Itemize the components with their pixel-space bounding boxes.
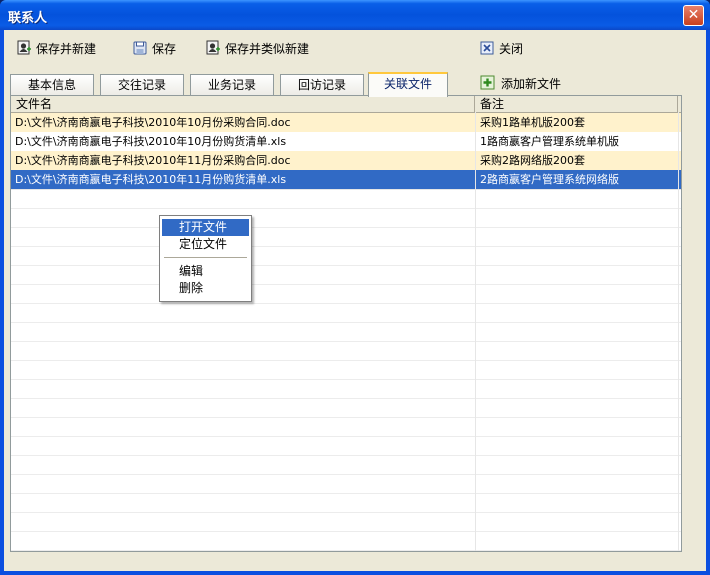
save-new-button[interactable]: 保存并新建 [16, 39, 96, 57]
cell-note: 2路商嬴客户管理系统网络版 [480, 173, 619, 186]
column-divider [678, 112, 679, 551]
save-new-label: 保存并新建 [36, 41, 97, 56]
menu-delete[interactable]: 删除 [162, 280, 249, 297]
menu-edit[interactable]: 编辑 [162, 263, 249, 280]
table-row[interactable]: D:\文件\济南商嬴电子科技\2010年10月份购货清单.xls 1路商嬴客户管理… [11, 132, 681, 152]
column-divider [475, 112, 476, 551]
empty-row[interactable] [11, 360, 681, 380]
table-row[interactable]: D:\文件\济南商嬴电子科技\2010年11月份购货清单.xls 2路商嬴客户管理… [11, 170, 681, 190]
empty-row[interactable] [11, 436, 681, 456]
contact-copy-new-icon [205, 40, 221, 56]
window-close-button[interactable]: ✕ [683, 5, 704, 26]
header-filename[interactable]: 文件名 [11, 96, 475, 112]
add-file-label: 添加新文件 [501, 76, 562, 91]
save-similar-new-button[interactable]: 保存并类似新建 [205, 39, 309, 57]
toolbar: 保存并新建 保存 保存并类似新建 关闭 [4, 30, 706, 66]
tab-interaction-records[interactable]: 交往记录 [100, 74, 184, 96]
tab-followup-records[interactable]: 回访记录 [280, 74, 364, 96]
file-list-table: 文件名 备注 D:\文件\济南商嬴电子科技\2010年10月份采购合同.doc 采… [10, 95, 682, 552]
cell-filename: D:\文件\济南商嬴电子科技\2010年11月份购货清单.xls [15, 173, 287, 186]
cell-note: 采购1路单机版200套 [480, 116, 585, 129]
window-title: 联系人 [8, 11, 48, 26]
save-button[interactable]: 保存 [132, 39, 176, 57]
empty-row[interactable] [11, 189, 681, 209]
tab-strip: 基本信息 交往记录 业务记录 回访记录 关联文件 [10, 72, 700, 97]
client-area: 保存并新建 保存 保存并类似新建 关闭 基本信息 交往记录 业务记录 回访记录 … [4, 30, 706, 571]
empty-row[interactable] [11, 417, 681, 437]
cell-note: 采购2路网络版200套 [480, 154, 585, 167]
add-plus-icon [480, 75, 496, 91]
menu-open-file[interactable]: 打开文件 [162, 219, 249, 236]
title-bar[interactable]: 联系人 ✕ [0, 0, 710, 30]
empty-row[interactable] [11, 512, 681, 532]
empty-row[interactable] [11, 455, 681, 475]
floppy-disk-icon [132, 40, 148, 56]
empty-row[interactable] [11, 208, 681, 228]
cell-filename: D:\文件\济南商嬴电子科技\2010年10月份采购合同.doc [15, 116, 291, 129]
table-header: 文件名 备注 [11, 96, 681, 113]
close-button[interactable]: 关闭 [479, 39, 523, 57]
table-row[interactable]: D:\文件\济南商嬴电子科技\2010年11月份采购合同.doc 采购2路网络版2… [11, 151, 681, 171]
close-label: 关闭 [499, 41, 524, 56]
contact-save-new-icon [16, 40, 32, 56]
empty-row[interactable] [11, 379, 681, 399]
empty-row[interactable] [11, 265, 681, 285]
tab-basic-info[interactable]: 基本信息 [10, 74, 94, 96]
empty-row[interactable] [11, 227, 681, 247]
contact-window: 联系人 ✕ 保存并新建 保存 保存并类似新建 关闭 基本信息 交往记录 业务记录… [0, 0, 710, 575]
menu-separator [164, 257, 247, 258]
empty-row[interactable] [11, 474, 681, 494]
empty-row[interactable] [11, 284, 681, 304]
save-similar-new-label: 保存并类似新建 [225, 41, 310, 56]
empty-row[interactable] [11, 398, 681, 418]
header-note[interactable]: 备注 [475, 96, 678, 112]
empty-row[interactable] [11, 341, 681, 361]
menu-locate-file[interactable]: 定位文件 [162, 236, 249, 253]
table-row[interactable]: D:\文件\济南商嬴电子科技\2010年10月份采购合同.doc 采购1路单机版2… [11, 113, 681, 133]
add-file-button[interactable]: 添加新文件 [480, 74, 561, 92]
context-menu: 打开文件 定位文件 编辑 删除 [159, 215, 252, 302]
tab-business-records[interactable]: 业务记录 [190, 74, 274, 96]
empty-row[interactable] [11, 322, 681, 342]
empty-row[interactable] [11, 246, 681, 266]
empty-row[interactable] [11, 493, 681, 513]
tab-related-files[interactable]: 关联文件 [368, 72, 448, 97]
empty-row[interactable] [11, 531, 681, 551]
close-x-icon [479, 40, 495, 56]
cell-note: 1路商嬴客户管理系统单机版 [480, 135, 619, 148]
cell-filename: D:\文件\济南商嬴电子科技\2010年11月份采购合同.doc [15, 154, 291, 167]
save-label: 保存 [152, 41, 177, 56]
cell-filename: D:\文件\济南商嬴电子科技\2010年10月份购货清单.xls [15, 135, 287, 148]
empty-row[interactable] [11, 303, 681, 323]
